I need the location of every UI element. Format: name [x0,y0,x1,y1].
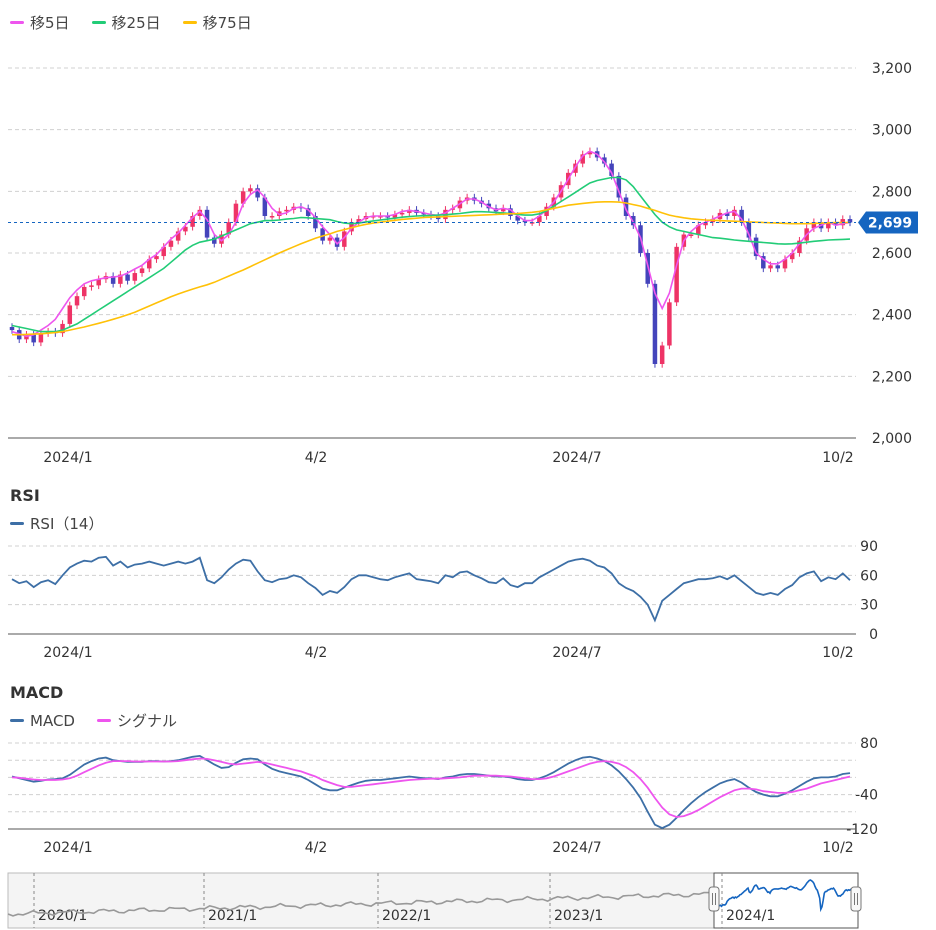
candle-body [674,246,679,303]
candle-body [139,268,145,274]
rsi-line [11,555,851,623]
price-tick-label: 2,200 [872,369,912,385]
rsi-tick-label: 60 [860,568,878,584]
navigator-year-label: 2020/1 [38,908,87,924]
candle-body [327,237,333,241]
price-x-label: 4/2 [305,450,328,466]
signal-line [11,757,851,818]
navigator-left-handle[interactable] [708,886,720,912]
ma5-line [11,150,851,338]
price-tick-label: 3,200 [872,61,912,77]
candle-body [659,345,665,364]
candle-body [248,188,253,192]
macd-tick-label: -40 [855,788,878,804]
rsi-x-label: 2024/1 [43,645,92,661]
price-x-label: 10/2 [822,450,853,466]
macd-line [11,754,851,830]
candle-body [125,274,130,281]
rsi-tick-label: 90 [860,539,878,555]
macd-panel: -120 -40 80 2024/1 4/2 2024/7 10/2 [8,736,878,856]
current-price-label: 2,699 [868,215,912,231]
price-tick-label: 2,400 [872,308,912,324]
candle-body [132,273,138,281]
candle-body [9,327,15,331]
price-tick-label: 2,000 [872,431,912,447]
candle-body [320,228,325,241]
candle-body [89,285,94,287]
price-tick-label: 2,600 [872,246,912,262]
range-navigator[interactable]: 2020/1 2021/1 2022/1 2023/1 2024/1 [7,872,862,929]
macd-x-label: 2024/1 [43,840,92,856]
rsi-x-label: 4/2 [305,645,328,661]
ma25-line [11,176,851,333]
rsi-tick-label: 30 [860,598,878,614]
price-x-label: 2024/1 [43,450,92,466]
macd-tick-label: 80 [860,736,878,752]
macd-x-label: 2024/7 [552,840,601,856]
price-tick-label: 3,000 [872,123,912,139]
rsi-tick-label: 0 [869,627,878,643]
stock-chart[interactable]: 2,000 2,200 2,400 2,600 2,800 3,000 3,200 2024/… [0,0,936,930]
price-x-label: 2024/7 [552,450,601,466]
price-tick-label: 2,800 [872,184,912,200]
candle-body [667,302,672,346]
macd-tick-label: -120 [846,822,878,838]
macd-x-label: 4/2 [305,840,328,856]
candle-body [269,216,275,218]
macd-x-label: 10/2 [822,840,853,856]
candle-body [67,305,73,324]
navigator-year-label: 2023/1 [554,908,603,924]
candle-body [74,296,80,306]
candle-body [768,265,773,269]
candle-body [775,265,781,269]
candle-body [81,286,87,297]
candle-body [154,256,159,260]
rsi-panel: 0 30 60 90 2024/1 4/2 2024/7 10/2 [8,539,878,661]
candle-body [399,212,405,215]
price-panel: 2,000 2,200 2,400 2,600 2,800 3,000 3,200 2024/… [8,61,918,466]
rsi-x-label: 2024/7 [552,645,601,661]
navigator-year-label: 2024/1 [726,908,775,924]
rsi-x-label: 10/2 [822,645,853,661]
navigator-right-handle[interactable] [850,886,862,912]
navigator-year-label: 2021/1 [208,908,257,924]
navigator-year-label: 2022/1 [382,908,431,924]
